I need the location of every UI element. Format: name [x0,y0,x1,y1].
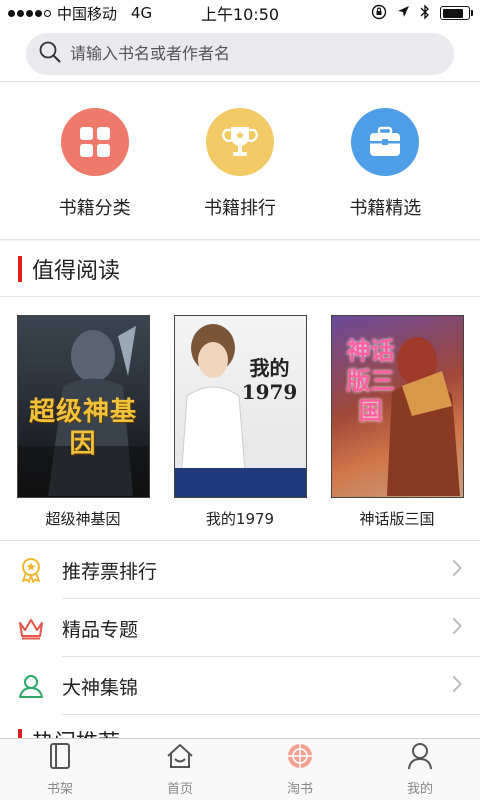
section-title: 值得阅读 [32,258,121,284]
menu-item-premium-topics[interactable]: 精品专题 [0,599,480,657]
category-book-ranking[interactable]: 书籍排行 [180,108,300,239]
network-type: 4G [131,4,153,22]
status-bar: 中国移动 4G 上午10:50 [0,0,480,26]
tab-discover[interactable]: 淘书 [255,739,345,800]
book-title: 神话版三国 [359,510,435,528]
section-accent-bar [18,255,22,282]
tab-label: 淘书 [286,782,313,797]
book-title: 我的1979 [205,510,275,528]
bookshelf-icon [48,742,72,774]
menu-item-recommend-ticket-ranking[interactable]: 推荐票排行 [0,541,480,599]
book-title: 超级神基因 [45,510,121,528]
category-label: 书籍精选 [349,198,422,219]
tab-label: 我的 [406,782,433,797]
feature-menu: 推荐票排行 精品专题 大神集锦 [0,541,480,715]
search-bar [0,26,480,82]
signal-strength-icon [8,9,51,17]
crown-icon [0,616,62,640]
book-cover: 超级神基因 [16,315,150,498]
location-icon [397,5,410,21]
category-label: 书籍分类 [58,198,131,219]
book-cover-text: 我的1979 [241,356,298,404]
chevron-right-icon [452,559,462,581]
chevron-right-icon [452,675,462,697]
menu-item-label: 推荐票排行 [62,560,158,583]
recommended-books: 超级神基因 超级神基因 我的1979 我的1979 神话版三国 神话版三国 [0,297,480,541]
tab-home[interactable]: 首页 [135,739,225,800]
battery-icon [440,6,473,20]
tab-label: 书架 [46,782,73,797]
status-right [290,3,480,23]
compass-icon [286,742,314,774]
category-label: 书籍排行 [203,198,276,219]
category-book-classification[interactable]: 书籍分类 [35,108,155,239]
grid-icon [60,108,129,176]
battery-fill [442,8,463,18]
category-shortcuts: 书籍分类 书籍排行 书籍精选 [0,82,480,240]
search-icon [38,40,70,68]
section-header-recommend: 值得阅读 [0,241,480,297]
menu-item-label: 精品专题 [62,618,139,641]
user-icon [0,673,62,699]
home-icon [166,742,194,774]
book-item[interactable]: 超级神基因 超级神基因 [16,315,150,540]
book-cover: 我的1979 [173,315,307,498]
status-left: 中国移动 4G [0,3,190,24]
tab-label: 首页 [166,782,193,797]
book-cover: 神话版三国 [330,315,464,498]
menu-item-master-collection[interactable]: 大神集锦 [0,657,480,715]
carrier-name: 中国移动 [57,4,118,23]
search-box[interactable] [26,32,454,75]
medal-icon [0,557,62,583]
book-cover-text: 神话版三国 [346,336,395,425]
book-item[interactable]: 我的1979 我的1979 [173,315,307,540]
tab-profile[interactable]: 我的 [375,739,465,800]
search-input[interactable] [70,44,410,63]
bluetooth-icon [420,3,430,23]
book-item[interactable]: 神话版三国 神话版三国 [330,315,464,540]
profile-icon [407,742,433,774]
rotation-lock-icon [371,4,387,23]
book-cover-text: 超级神基因 [28,397,137,459]
briefcase-icon [351,108,420,176]
chevron-right-icon [452,617,462,639]
trophy-icon [205,108,274,176]
tab-bookshelf[interactable]: 书架 [15,739,105,800]
category-book-selection[interactable]: 书籍精选 [325,108,445,239]
menu-item-label: 大神集锦 [62,676,139,699]
status-time: 上午10:50 [200,5,280,24]
bottom-tab-bar: 书架 首页 淘书 我的 [0,738,480,800]
